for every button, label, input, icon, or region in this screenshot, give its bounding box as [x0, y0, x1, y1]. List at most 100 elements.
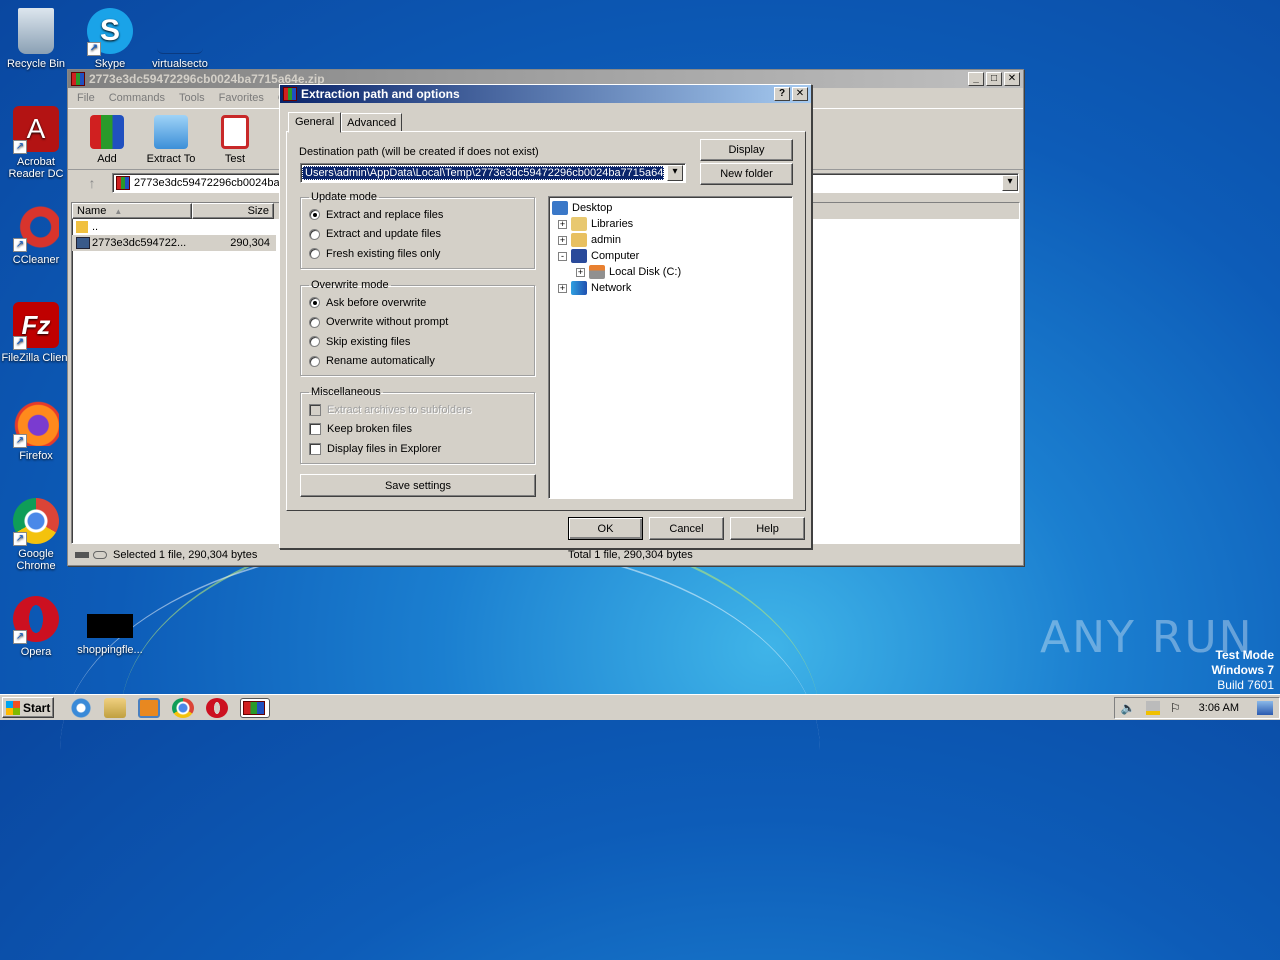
opera-icon[interactable]	[206, 697, 228, 718]
winrar-icon	[283, 87, 297, 101]
expand-icon[interactable]: +	[576, 267, 585, 277]
help-button[interactable]: Help	[730, 517, 805, 540]
file-name: 2773e3dc594722...	[92, 237, 187, 249]
desktop-icon-label: Acrobat Reader DC	[8, 156, 64, 180]
destination-path-input[interactable]: Users\admin\AppData\Local\Temp\2773e3dc5…	[302, 166, 664, 180]
toolbar-test-button[interactable]: Test	[206, 113, 264, 165]
radio-fresh-existing[interactable]: Fresh existing files only	[309, 244, 526, 264]
desktop-icon-label: CCleaner	[12, 254, 60, 266]
show-desktop-button[interactable]	[1257, 700, 1273, 715]
radio-button[interactable]	[309, 355, 320, 367]
column-header-size[interactable]: Size	[192, 203, 274, 219]
minimize-button[interactable]: _	[968, 72, 984, 86]
key-icon	[93, 551, 107, 559]
help-caption-button[interactable]: ?	[774, 87, 790, 101]
radio-button[interactable]	[309, 336, 320, 348]
toolbar-extract-to-button[interactable]: Extract To	[142, 113, 200, 165]
chrome-icon[interactable]	[172, 697, 194, 718]
address-dropdown-button[interactable]: ▾	[1002, 175, 1018, 191]
cancel-button[interactable]: Cancel	[649, 517, 724, 540]
tree-item-local-disk[interactable]: + Local Disk (C:)	[552, 264, 789, 280]
maximize-button[interactable]: □	[986, 72, 1002, 86]
tree-item-computer[interactable]: - Computer	[552, 248, 789, 264]
destination-dropdown-button[interactable]: ▾	[667, 165, 683, 181]
desktop-icon-opera[interactable]: ↗ Opera	[0, 596, 72, 658]
radio-ask-before-overwrite[interactable]: Ask before overwrite	[309, 293, 526, 313]
desktop-icon-shoppingfile[interactable]: shoppingfle...	[74, 614, 146, 656]
folder-up-icon	[76, 221, 88, 233]
ok-button[interactable]: OK	[568, 517, 643, 540]
start-button[interactable]: Start	[2, 697, 54, 718]
internet-explorer-icon[interactable]	[70, 697, 92, 718]
checkbox-keep-broken-files[interactable]: Keep broken files	[309, 420, 526, 440]
menu-tools[interactable]: Tools	[172, 90, 212, 106]
file-row[interactable]: 2773e3dc594722... 290,304	[72, 235, 276, 251]
drive-icon	[75, 552, 89, 558]
radio-overwrite-without-prompt[interactable]: Overwrite without prompt	[309, 313, 526, 333]
tree-item-network[interactable]: + Network	[552, 280, 789, 296]
desktop-icon-ccleaner[interactable]: ↗ CCleaner	[0, 204, 72, 266]
column-header-name[interactable]: Name ▲	[72, 203, 192, 219]
checkbox[interactable]	[309, 442, 321, 455]
tab-panel: Destination path (will be created if doe…	[286, 131, 806, 511]
tab-advanced[interactable]: Advanced	[341, 113, 403, 132]
expand-icon[interactable]: +	[558, 283, 567, 293]
desktop-icon-firefox[interactable]: ↗ Firefox	[0, 400, 72, 462]
desktop-icon-chrome[interactable]: ↗ Google Chrome	[0, 498, 72, 572]
desktop-icon-filezilla[interactable]: Fz ↗ FileZilla Client	[0, 302, 72, 364]
taskbar: Start 🔈 ⚐ 3:06 AM	[0, 694, 1280, 720]
tree-item-libraries[interactable]: + Libraries	[552, 216, 789, 232]
media-player-icon[interactable]	[138, 697, 160, 718]
desktop-icon	[552, 201, 568, 215]
toolbar-add-button[interactable]: Add	[78, 113, 136, 165]
collapse-icon[interactable]: -	[558, 251, 567, 261]
radio-extract-update[interactable]: Extract and update files	[309, 225, 526, 245]
radio-extract-replace[interactable]: Extract and replace files	[309, 205, 526, 225]
dialog-close-button[interactable]: ✕	[792, 87, 808, 101]
folder-tree[interactable]: Desktop + Libraries + admin - Computer +…	[548, 196, 793, 499]
ccleaner-icon: ↗	[13, 204, 59, 252]
radio-button[interactable]	[309, 316, 320, 328]
tree-item-desktop[interactable]: Desktop	[552, 200, 789, 216]
desktop-icon-virtualsecto[interactable]: virtualsecto	[144, 8, 216, 70]
network-tray-icon[interactable]	[1145, 700, 1160, 715]
explorer-icon[interactable]	[104, 697, 126, 718]
radio-skip-existing[interactable]: Skip existing files	[309, 332, 526, 352]
test-clipboard-icon	[221, 115, 249, 149]
action-center-flag-icon[interactable]: ⚐	[1170, 701, 1181, 715]
firefox-icon: ↗	[13, 400, 59, 448]
checkbox-display-in-explorer[interactable]: Display files in Explorer	[309, 439, 526, 459]
tab-general[interactable]: General	[288, 112, 342, 133]
desktop-icon-acrobat[interactable]: A ↗ Acrobat Reader DC	[0, 106, 72, 180]
radio-rename-automatically[interactable]: Rename automatically	[309, 352, 526, 372]
shortcut-arrow-icon: ↗	[13, 630, 27, 644]
menu-file[interactable]: File	[70, 90, 102, 106]
file-size: 290,304	[230, 237, 270, 249]
save-settings-button[interactable]: Save settings	[300, 474, 536, 497]
volume-icon[interactable]: 🔈	[1121, 701, 1136, 715]
clock[interactable]: 3:06 AM	[1199, 702, 1239, 714]
opera-icon: ↗	[13, 596, 59, 644]
radio-button[interactable]	[309, 228, 320, 240]
desktop-icon-skype[interactable]: S ↗ Skype	[74, 8, 146, 70]
close-button[interactable]: ✕	[1004, 72, 1020, 86]
expand-icon[interactable]: +	[558, 219, 567, 229]
tree-item-admin[interactable]: + admin	[552, 232, 789, 248]
extraction-dialog: Extraction path and options ? ✕ General …	[279, 84, 812, 549]
display-button[interactable]: Display	[700, 139, 793, 161]
menu-favorites[interactable]: Favorites	[212, 90, 271, 106]
menu-commands[interactable]: Commands	[102, 90, 172, 106]
desktop-icon-label: Recycle Bin	[6, 58, 66, 70]
destination-path-combobox[interactable]: Users\admin\AppData\Local\Temp\2773e3dc5…	[300, 163, 686, 183]
radio-button[interactable]	[309, 209, 320, 221]
up-arrow-icon[interactable]: ↑	[72, 175, 112, 191]
radio-button[interactable]	[309, 248, 320, 260]
dialog-titlebar[interactable]: Extraction path and options ? ✕	[280, 85, 811, 103]
winrar-taskbar-button[interactable]	[240, 697, 270, 718]
radio-button[interactable]	[309, 297, 320, 309]
desktop-icon-recycle-bin[interactable]: Recycle Bin	[0, 8, 72, 70]
winrar-icon	[71, 72, 85, 86]
expand-icon[interactable]: +	[558, 235, 567, 245]
new-folder-button[interactable]: New folder	[700, 163, 793, 185]
checkbox[interactable]	[309, 423, 321, 436]
